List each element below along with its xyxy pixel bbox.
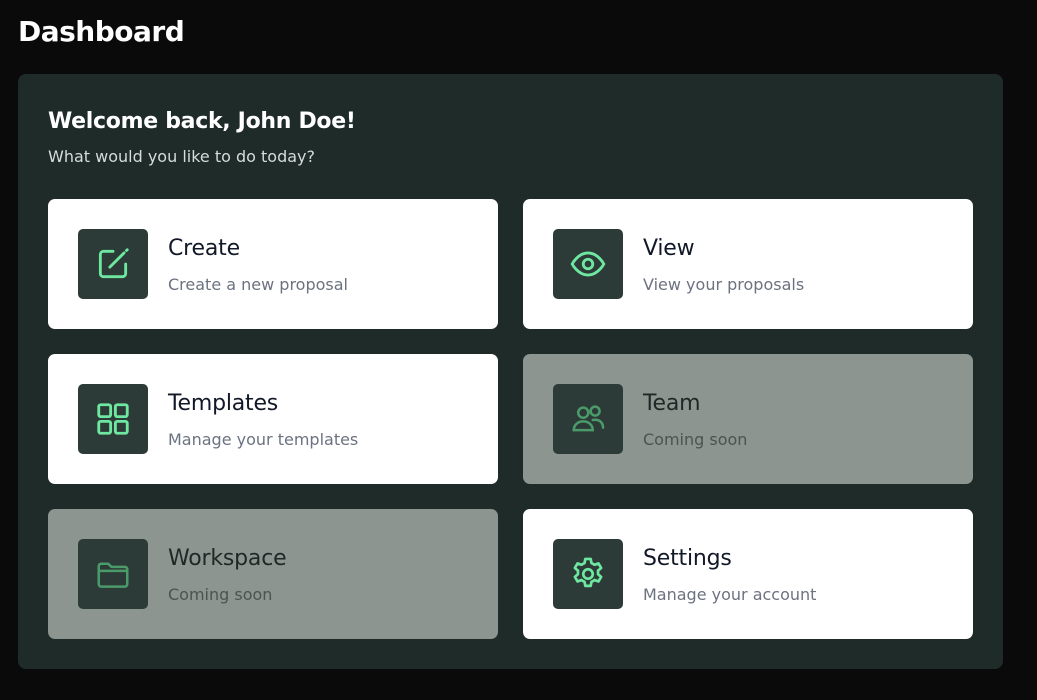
- eye-icon: [553, 229, 623, 299]
- gear-icon: [553, 539, 623, 609]
- welcome-subtitle: What would you like to do today?: [48, 147, 315, 166]
- view-card[interactable]: View View your proposals: [523, 199, 973, 329]
- card-description: Manage your templates: [168, 430, 359, 449]
- workspace-card: Workspace Coming soon: [48, 509, 498, 639]
- card-title: Team: [643, 391, 701, 416]
- card-title: Settings: [643, 546, 732, 571]
- card-title: View: [643, 236, 695, 261]
- dashboard-panel: Welcome back, John Doe! What would you l…: [18, 74, 1003, 669]
- card-title: Create: [168, 236, 240, 261]
- card-description: Manage your account: [643, 585, 817, 604]
- grid-icon: [78, 384, 148, 454]
- edit-icon: [78, 229, 148, 299]
- card-description: Coming soon: [643, 430, 748, 449]
- folder-icon: [78, 539, 148, 609]
- card-description: Coming soon: [168, 585, 273, 604]
- card-description: Create a new proposal: [168, 275, 348, 294]
- card-title: Templates: [168, 391, 279, 416]
- card-description: View your proposals: [643, 275, 805, 294]
- users-icon: [553, 384, 623, 454]
- page-title: Dashboard: [18, 15, 185, 48]
- settings-card[interactable]: Settings Manage your account: [523, 509, 973, 639]
- team-card: Team Coming soon: [523, 354, 973, 484]
- templates-card[interactable]: Templates Manage your templates: [48, 354, 498, 484]
- card-title: Workspace: [168, 546, 287, 571]
- welcome-heading: Welcome back, John Doe!: [48, 109, 356, 134]
- create-card[interactable]: Create Create a new proposal: [48, 199, 498, 329]
